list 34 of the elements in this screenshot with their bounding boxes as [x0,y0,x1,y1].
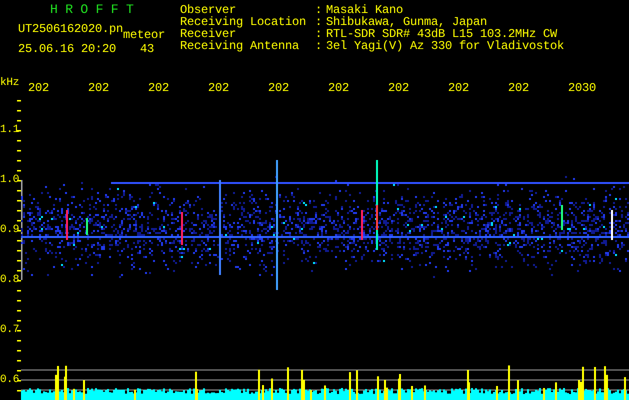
info-value: Masaki Kano [326,4,404,16]
info-label: Observer [180,4,236,16]
info-separator: : [315,16,324,28]
frequency-label: 0.8 [0,274,20,286]
frequency-label: 0.7 [0,324,20,336]
frequency-label: 0.6 [0,374,20,386]
time-label: 202 [268,81,290,95]
info-separator: : [315,40,324,52]
time-label: 202 [508,81,530,95]
time-label: 202 [28,81,50,95]
timestamp: 25.06.16 20:20 [18,43,116,55]
info-label: Receiving Location [180,16,308,28]
frequency-label: 1.1 [0,124,20,136]
info-label: Receiver [180,28,236,40]
info-value: 3el Yagi(V) Az 330 for Vladivostok [326,40,564,52]
info-separator: : [315,4,324,16]
time-label: 2030 [568,81,596,95]
event-count: 43 [140,43,154,55]
frequency-label: 0.9 [0,224,20,236]
app-title: H R O F F T [49,4,135,16]
time-label: 202 [448,81,470,95]
time-label: 202 [148,81,170,95]
time-label: 202 [88,81,110,95]
info-value: Shibukawa, Gunma, Japan [326,16,488,28]
time-label: 202 [328,81,350,95]
time-label: 202 [388,81,410,95]
event-type: meteor [123,29,166,41]
unit-label: kHz [0,77,20,89]
file-name: UT2506162020.pn [18,23,124,38]
time-label: 202 [208,81,230,95]
info-value: RTL-SDR SDR# 43dB L15 103.2MHz CW [326,28,558,40]
info-label: Receiving Antenna [180,40,300,52]
info-separator: : [315,28,324,40]
frequency-label: 1.0 [0,174,20,186]
